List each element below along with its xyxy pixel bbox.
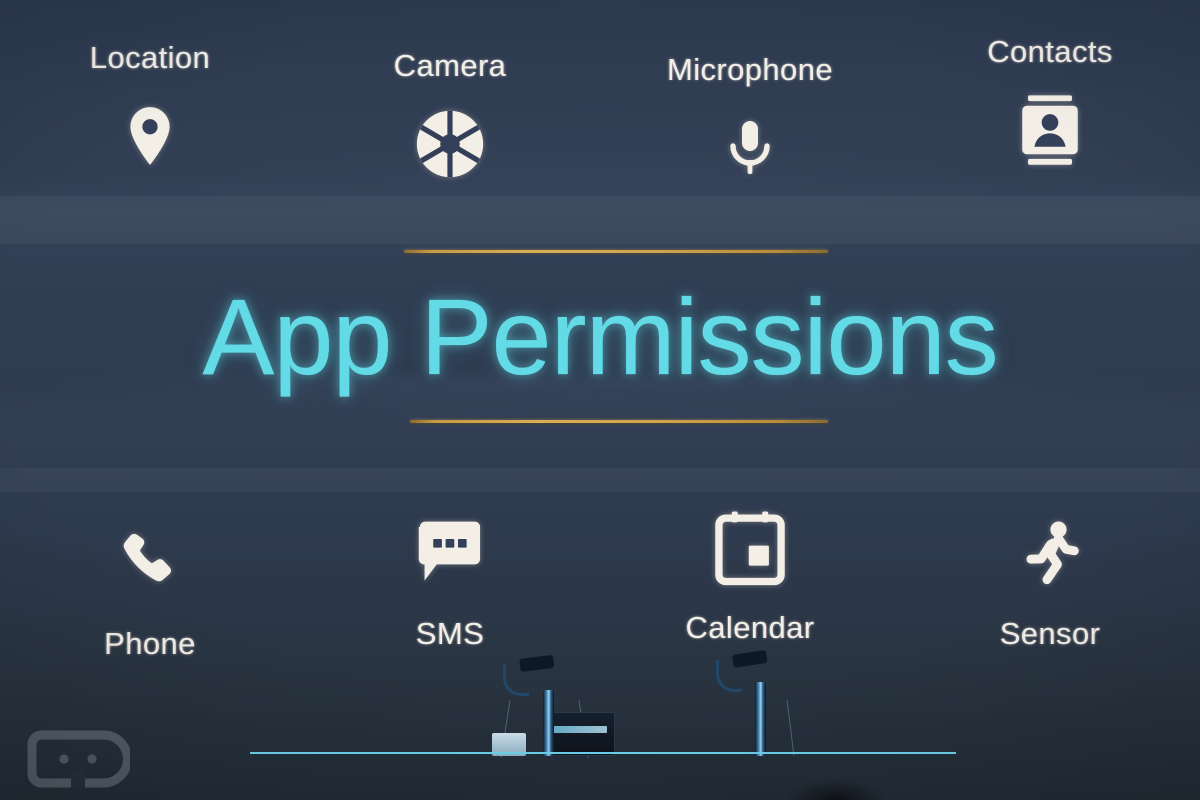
permission-item-contacts[interactable]: Contacts bbox=[900, 34, 1200, 234]
title-rule-bottom bbox=[410, 420, 828, 423]
permission-label-calendar: Calendar bbox=[685, 610, 815, 645]
permission-label-microphone: Microphone bbox=[667, 52, 833, 87]
running-person-icon bbox=[1004, 508, 1096, 600]
calendar-icon bbox=[704, 502, 796, 594]
phone-handset-icon bbox=[104, 518, 196, 610]
permission-item-sms[interactable]: SMS bbox=[300, 500, 600, 710]
permission-item-microphone[interactable]: Microphone bbox=[600, 34, 900, 234]
permission-label-sensor: Sensor bbox=[999, 616, 1101, 651]
slide-title-block: App Permissions bbox=[0, 250, 1200, 423]
conference-stage-photo: Location Camera Microphone Contacts App … bbox=[0, 0, 1200, 800]
page-title: App Permissions bbox=[202, 276, 999, 397]
permission-label-contacts: Contacts bbox=[987, 34, 1113, 69]
camera-aperture-icon bbox=[404, 98, 496, 190]
permission-label-sms: SMS bbox=[415, 616, 485, 651]
droid-life-logo bbox=[26, 730, 130, 788]
permissions-row-top: Location Camera Microphone Contacts bbox=[0, 34, 1200, 234]
permission-item-phone[interactable]: Phone bbox=[0, 500, 300, 710]
permission-label-camera: Camera bbox=[393, 48, 507, 83]
location-pin-icon bbox=[104, 90, 196, 182]
permissions-row-bottom: Phone SMS Calendar Sensor bbox=[0, 500, 1200, 710]
microphone-stand-right bbox=[755, 682, 766, 756]
permission-item-calendar[interactable]: Calendar bbox=[600, 500, 900, 710]
permission-item-sensor[interactable]: Sensor bbox=[900, 500, 1200, 710]
permission-label-location: Location bbox=[89, 40, 211, 75]
permission-label-phone: Phone bbox=[104, 626, 196, 661]
sms-bubble-icon bbox=[404, 508, 496, 600]
permission-item-camera[interactable]: Camera bbox=[300, 34, 600, 234]
permission-item-location[interactable]: Location bbox=[0, 34, 300, 234]
microphone-icon bbox=[704, 102, 796, 194]
contact-card-icon bbox=[1004, 84, 1096, 176]
confidence-monitor bbox=[545, 712, 615, 756]
stage-podium bbox=[250, 752, 956, 800]
microphone-stand-left bbox=[543, 690, 554, 756]
